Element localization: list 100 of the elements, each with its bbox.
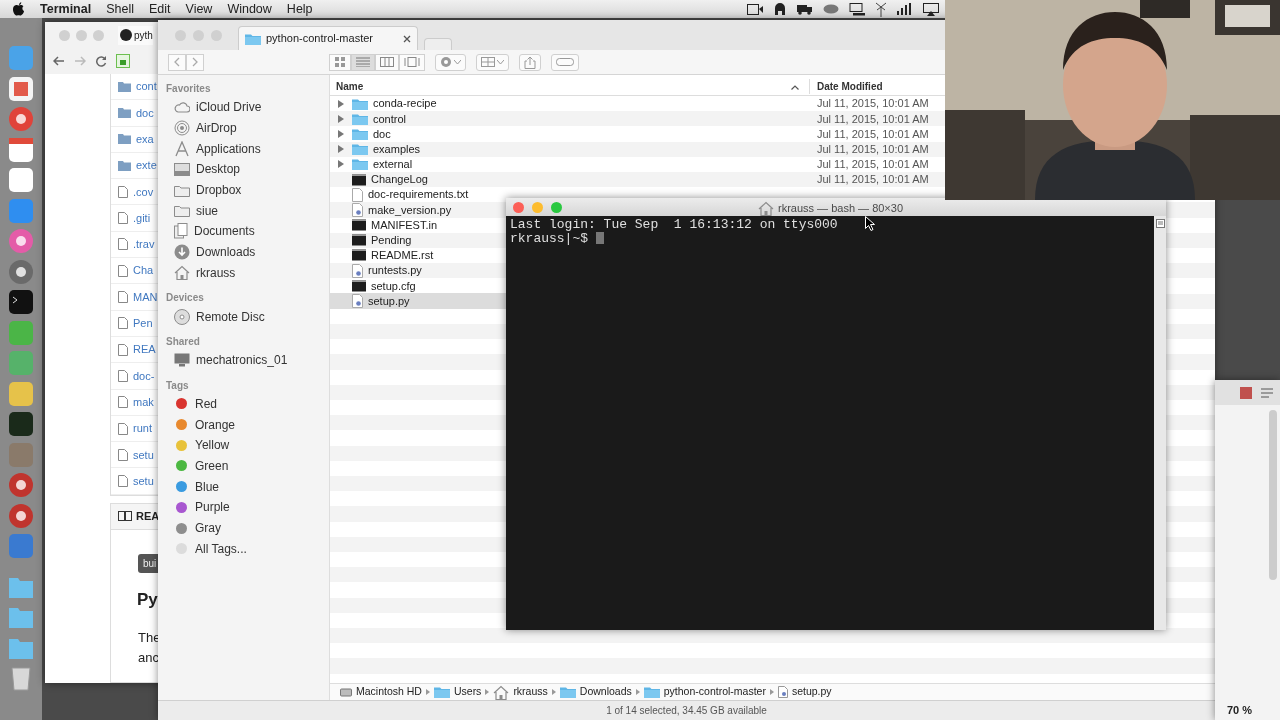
file-icon	[118, 396, 128, 409]
file-row[interactable]: doc Jul 11, 2015, 10:01 AM	[330, 126, 945, 142]
gear-icon	[440, 56, 452, 68]
column-header[interactable]: Name	[336, 79, 364, 94]
file-link[interactable]: Pen	[133, 315, 153, 332]
back-button[interactable]	[168, 53, 186, 71]
tag-item[interactable]: Green	[166, 455, 329, 477]
tag-item[interactable]: Red	[166, 393, 329, 415]
python-file-icon	[352, 263, 363, 278]
file-row[interactable]: make_version.py	[330, 202, 506, 218]
tag-button[interactable]	[551, 53, 579, 71]
action-button[interactable]	[435, 53, 466, 71]
menu-item[interactable]: View	[185, 0, 213, 19]
sidebar-item[interactable]: siue	[166, 200, 329, 222]
app-menu[interactable]: Terminal	[40, 0, 92, 19]
file-row[interactable]: ChangeLog Jul 11, 2015, 10:01 AM	[330, 171, 945, 188]
path-item[interactable]: python-control-master	[663, 684, 766, 700]
scrollbar[interactable]	[1269, 410, 1277, 580]
file-row[interactable]: runtests.py	[330, 263, 506, 279]
sidebar-item[interactable]: iCloud Drive	[166, 97, 329, 118]
terminal-file-icon	[352, 279, 366, 292]
tag-item[interactable]: Gray	[166, 517, 329, 539]
folder-icon	[643, 686, 660, 698]
close-button[interactable]	[513, 201, 524, 213]
file-link[interactable]: REA	[133, 341, 156, 358]
file-link[interactable]: MAN	[133, 288, 158, 306]
file-link[interactable]: .cov	[133, 183, 154, 201]
file-link[interactable]: mak	[133, 393, 154, 411]
sidebar-item[interactable]: Downloads	[166, 241, 329, 263]
file-icon	[118, 264, 128, 277]
file-link[interactable]: doc-	[133, 367, 155, 385]
stop-icon	[1240, 386, 1252, 399]
file-link[interactable]: exte	[136, 157, 157, 174]
sidebar-item[interactable]: Applications	[166, 138, 329, 160]
file-link[interactable]: .trav	[133, 236, 155, 253]
path-item[interactable]: Users	[453, 684, 482, 700]
share-button[interactable]	[519, 53, 541, 71]
tag-item[interactable]: Blue	[166, 476, 329, 497]
forward-button[interactable]	[186, 53, 204, 71]
folder-icon	[245, 32, 261, 45]
zoom-button[interactable]	[93, 29, 104, 41]
signal-icon	[174, 120, 190, 137]
minimize-button[interactable]	[76, 29, 87, 41]
path-item[interactable]: Macintosh HD	[356, 684, 422, 700]
tag-item[interactable]: All Tags...	[166, 538, 329, 560]
arrange-button[interactable]	[476, 53, 509, 71]
zoom-button[interactable]	[551, 201, 562, 213]
file-link[interactable]: cont	[136, 78, 157, 95]
tag-item[interactable]: Orange	[166, 414, 329, 435]
file-row[interactable]: examples Jul 11, 2015, 10:01 AM	[330, 141, 945, 157]
path-item[interactable]: rkrauss	[513, 684, 548, 700]
file-row[interactable]: conda-recipe Jul 11, 2015, 10:01 AM	[330, 96, 945, 112]
share-icon	[524, 55, 536, 69]
gallery-icon	[404, 57, 420, 67]
minimize-button[interactable]	[532, 201, 543, 213]
download-icon	[174, 244, 190, 261]
file-link[interactable]: Cha	[133, 262, 154, 279]
file-row[interactable]: control Jul 11, 2015, 10:01 AM	[330, 111, 945, 127]
menu-item[interactable]: Help	[286, 0, 313, 19]
list-view-button[interactable]	[351, 53, 375, 71]
icon-view-button[interactable]	[329, 53, 351, 71]
new-tab-button[interactable]	[424, 38, 452, 50]
sidebar-item[interactable]: rkrauss	[166, 262, 329, 284]
sidebar-item[interactable]: Dropbox	[166, 179, 329, 201]
gallery-view-button[interactable]	[399, 53, 425, 71]
zoom-level: 70 %	[1227, 702, 1253, 718]
file-row[interactable]: setup.cfg	[330, 278, 506, 294]
sidebar-item[interactable]: Documents	[166, 221, 329, 242]
date-modified: Jul 11, 2015, 10:01 AM	[817, 173, 929, 186]
file-link[interactable]: setu	[133, 472, 154, 490]
close-button[interactable]	[59, 29, 70, 41]
menu-item[interactable]: Shell	[106, 0, 134, 19]
terminal-line: Last login: Tue Sep 1 16:13:12 on ttys000	[510, 218, 838, 232]
file-link[interactable]: exa	[136, 131, 154, 148]
column-view-button[interactable]	[375, 53, 399, 71]
finder-tab[interactable]: python-control-master	[238, 26, 418, 50]
sidebar-item[interactable]: Remote Disc	[166, 306, 329, 327]
path-item[interactable]: setup.py	[791, 684, 832, 700]
browser-tab[interactable]: pyth	[118, 25, 153, 45]
document-icon	[352, 187, 363, 202]
file-row[interactable]: MANIFEST.in	[330, 217, 506, 233]
file-link[interactable]: doc	[136, 104, 154, 122]
file-row[interactable]: setup.py	[330, 293, 506, 309]
file-link[interactable]: setu	[133, 446, 154, 464]
file-row[interactable]: doc-requirements.txt	[330, 187, 506, 203]
file-link[interactable]: .giti	[133, 209, 151, 227]
file-link[interactable]: runt	[133, 420, 152, 437]
sidebar-item[interactable]: Desktop	[166, 159, 329, 180]
menu-item[interactable]: Window	[227, 0, 272, 19]
file-row[interactable]: Pending	[330, 232, 506, 248]
path-item[interactable]: Downloads	[579, 684, 632, 700]
tag-item[interactable]: Yellow	[166, 434, 329, 456]
menu-item[interactable]: Edit	[148, 0, 171, 19]
tag-item[interactable]: Purple	[166, 497, 329, 518]
file-row[interactable]: external Jul 11, 2015, 10:01 AM	[330, 156, 945, 172]
column-header[interactable]: Date Modified	[817, 81, 883, 92]
sidebar-item[interactable]: AirDrop	[166, 117, 329, 139]
file-row[interactable]: README.rst	[330, 247, 506, 264]
date-modified: Jul 11, 2015, 10:01 AM	[817, 112, 929, 125]
sidebar-item[interactable]: mechatronics_01	[166, 349, 329, 371]
